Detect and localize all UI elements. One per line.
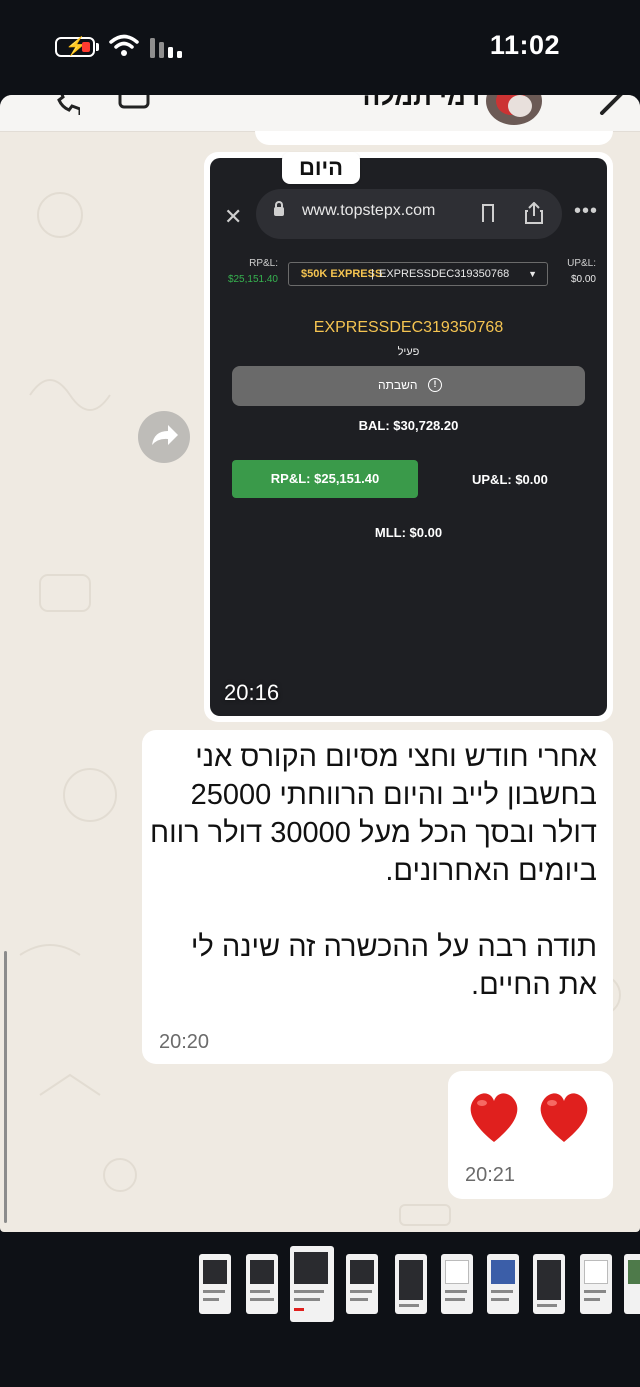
mll: MLL: $0.00 xyxy=(374,525,443,540)
thumbnail-active[interactable] xyxy=(290,1246,334,1322)
more-icon: ••• xyxy=(574,200,599,222)
thumbnail[interactable] xyxy=(487,1254,519,1314)
rpl-label: RP&L: xyxy=(249,258,278,269)
avatar[interactable] xyxy=(486,95,542,125)
balance: BAL: $30,728.20 xyxy=(358,418,459,433)
upl-main: UP&L: $0.00 xyxy=(472,472,548,487)
battery-tip xyxy=(96,43,99,51)
status-time: 11:02 xyxy=(489,30,560,60)
text-message-bubble[interactable]: אחרי חודש וחצי מסיום הקורס אני בחשבון לי… xyxy=(142,730,613,1064)
back-chevron-icon[interactable] xyxy=(598,95,626,115)
share-icon xyxy=(525,202,543,224)
chat-area[interactable]: רמי תמלה ✕ www.topstepx.com ••• RP&L: $2… xyxy=(0,95,640,1232)
scrollbar[interactable] xyxy=(4,951,7,1223)
thumbnail[interactable] xyxy=(346,1254,378,1314)
account-select: $50K EXPRESS | EXPRESSDEC319350768 ▼ xyxy=(288,262,548,286)
account-separator: | xyxy=(371,268,374,280)
chevron-down-icon: ▼ xyxy=(528,269,537,279)
account-status: פעיל xyxy=(397,346,420,358)
date-chip: היום xyxy=(282,152,360,184)
url-text: www.topstepx.com xyxy=(302,202,436,219)
thumbnail[interactable] xyxy=(533,1254,565,1314)
close-icon: ✕ xyxy=(224,204,243,229)
contact-name[interactable]: רמי תמלה xyxy=(363,95,480,112)
call-icon[interactable] xyxy=(48,95,80,115)
thumbnail-strip[interactable] xyxy=(0,1232,640,1387)
pause-label: השבתה xyxy=(378,378,418,392)
lock-icon xyxy=(274,201,284,216)
pause-button: השבתה ! xyxy=(232,366,585,406)
previous-message-bubble xyxy=(255,131,613,145)
url-bar: www.topstepx.com xyxy=(256,189,562,239)
battery-charging-icon: ⚡ xyxy=(55,36,95,57)
message-text: אחרי חודש וחצי מסיום הקורס אני בחשבון לי… xyxy=(150,741,597,1001)
bookmark-icon xyxy=(482,204,494,222)
message-time: 20:16 xyxy=(224,680,280,705)
thumbnail[interactable] xyxy=(199,1254,231,1314)
upl-value: $0.00 xyxy=(570,274,596,285)
thumbnail[interactable] xyxy=(441,1254,473,1314)
heart-icon xyxy=(540,1093,588,1142)
rpl-button: RP&L: $25,151.40 xyxy=(232,460,418,498)
upl-label: UP&L: xyxy=(567,258,596,269)
message-time: 20:20 xyxy=(159,1031,210,1053)
thumbnail[interactable] xyxy=(580,1254,612,1314)
forward-button[interactable] xyxy=(138,411,190,463)
message-time: 20:21 xyxy=(465,1164,516,1186)
thumbnail[interactable] xyxy=(395,1254,427,1314)
video-icon[interactable] xyxy=(118,95,162,109)
chat-header: רמי תמלה xyxy=(0,95,640,132)
thumbnail[interactable] xyxy=(624,1254,640,1314)
account-id: EXPRESSDEC319350768 xyxy=(379,268,510,280)
status-bar: ⚡ 11:02 xyxy=(0,0,640,95)
image-message-bubble[interactable]: ✕ www.topstepx.com ••• RP&L: $25,151.40 … xyxy=(204,152,613,722)
heart-icon xyxy=(470,1093,518,1142)
signal-icon xyxy=(150,38,182,58)
account-name: EXPRESSDEC319350768 xyxy=(313,319,504,336)
info-icon: ! xyxy=(428,378,442,392)
thumbnail[interactable] xyxy=(246,1254,278,1314)
wifi-icon xyxy=(109,34,139,56)
forward-icon xyxy=(152,425,178,445)
screenshot-image[interactable]: ✕ www.topstepx.com ••• RP&L: $25,151.40 … xyxy=(210,158,607,716)
rpl-value: $25,151.40 xyxy=(227,274,278,285)
hearts-message-bubble[interactable]: ❤️❤️ 20:21 xyxy=(448,1071,613,1199)
